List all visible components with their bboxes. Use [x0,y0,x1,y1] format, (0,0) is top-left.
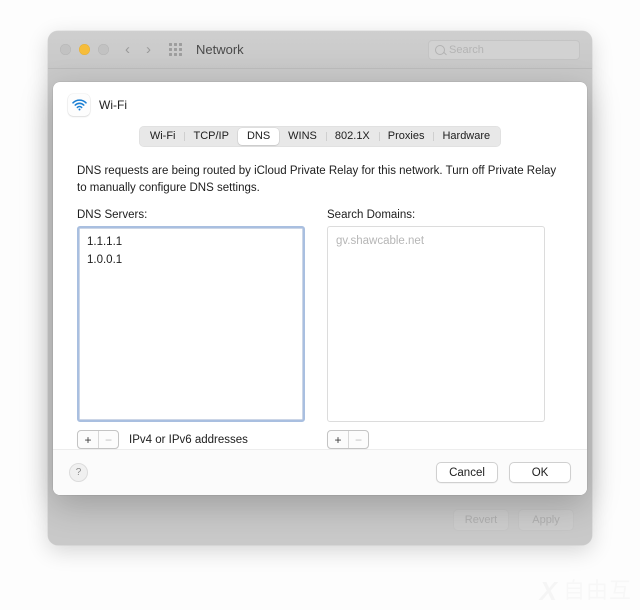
dns-servers-label: DNS Servers: [77,209,148,222]
tab-wins[interactable]: WINS [279,128,326,146]
back-arrow-icon[interactable]: ‹ [125,42,130,57]
search-placeholder: Search [449,44,484,56]
search-domains-column: Search Domains: gv.shawcable.net + − [327,209,545,450]
traffic-light-buttons [60,44,109,55]
footer-actions: Cancel OK [436,462,571,484]
tab-hardware[interactable]: Hardware [433,128,499,146]
cancel-button[interactable]: Cancel [436,462,498,484]
tab-tcpip[interactable]: TCP/IP [184,128,237,146]
dns-servers-hint: IPv4 or IPv6 addresses [129,433,248,446]
forward-arrow-icon[interactable]: › [146,42,151,57]
sheet-header: Wi-Fi [53,82,587,116]
dns-servers-stepper: + − [77,430,119,450]
list-item[interactable]: 1.0.0.1 [87,252,295,270]
apply-button[interactable]: Apply [518,509,574,531]
dns-columns: DNS Servers: 1.1.1.1 1.0.0.1 + − IPv4 or… [77,209,563,450]
tab-wifi[interactable]: Wi-Fi [141,128,185,146]
background-action-buttons: Revert Apply [453,509,574,531]
dns-servers-column: DNS Servers: 1.1.1.1 1.0.0.1 + − IPv4 or… [77,209,305,450]
settings-tab-bar: Wi-Fi TCP/IP DNS WINS 802.1X Proxies Har… [139,126,501,147]
page-title: Network [196,42,244,57]
search-domains-controls: + − [327,430,545,450]
minimize-button[interactable] [79,44,90,55]
desktop-background: ‹ › Network Search Revert Apply Wi-Fi Wi… [0,0,640,610]
search-domains-list[interactable]: gv.shawcable.net [327,226,545,423]
sheet-footer: ? Cancel OK [53,449,587,495]
search-input[interactable]: Search [428,40,580,60]
remove-dns-server-button[interactable]: − [98,431,118,449]
service-name-label: Wi-Fi [99,98,127,112]
remove-search-domain-button[interactable]: − [348,431,368,449]
dns-servers-controls: + − IPv4 or IPv6 addresses [77,430,305,450]
tab-dns[interactable]: DNS [237,127,280,146]
tab-8021x[interactable]: 802.1X [325,128,379,146]
wifi-icon [68,94,90,116]
watermark-logo: X [539,576,557,606]
dns-servers-list[interactable]: 1.1.1.1 1.0.0.1 [77,226,305,423]
ok-button[interactable]: OK [509,462,571,484]
revert-button[interactable]: Revert [453,509,509,531]
close-button[interactable] [60,44,71,55]
add-search-domain-button[interactable]: + [328,431,348,448]
tab-proxies[interactable]: Proxies [378,128,434,146]
search-icon [435,45,445,55]
zoom-button[interactable] [98,44,109,55]
watermark-text: 自由互 [562,578,632,603]
navigation-arrows: ‹ › [125,42,151,57]
help-button[interactable]: ? [69,463,88,483]
window-titlebar: ‹ › Network Search [48,31,592,69]
search-domains-label: Search Domains: [327,209,416,222]
search-domains-stepper: + − [327,430,369,450]
show-all-grid-icon[interactable] [169,43,182,56]
list-item[interactable]: gv.shawcable.net [336,233,536,251]
dns-settings-sheet: Wi-Fi Wi-Fi TCP/IP DNS WINS 802.1X Proxi… [53,82,587,495]
private-relay-info-text: DNS requests are being routed by iCloud … [77,164,557,194]
list-item[interactable]: 1.1.1.1 [87,234,295,252]
add-dns-server-button[interactable]: + [78,431,98,448]
site-watermark: X 自由互 [540,578,632,604]
